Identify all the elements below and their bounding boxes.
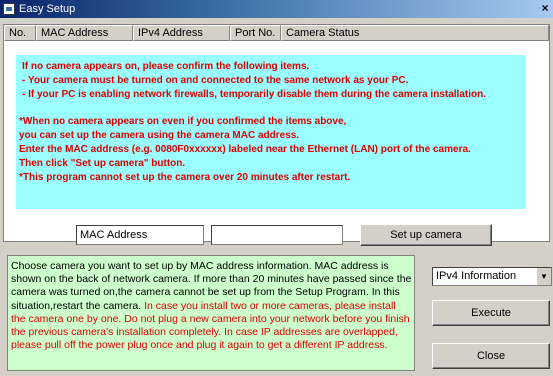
close-button[interactable]: Close <box>432 343 550 369</box>
notice-line: *This program cannot set up the camera o… <box>19 172 351 183</box>
column-header-port-no[interactable]: Port No. <box>230 25 281 41</box>
mac-address-label: MAC Address <box>76 225 204 245</box>
mac-address-input[interactable] <box>211 225 343 245</box>
notice-line: Then click "Set up camera" button. <box>19 158 186 169</box>
help-text-panel: Choose camera you want to set up by MAC … <box>7 255 415 371</box>
notice-line: *When no camera appears on even if you c… <box>19 116 347 127</box>
camera-list[interactable]: No. MAC Address IPv4 Address Port No. Ca… <box>3 24 550 246</box>
no-camera-notice: If no camera appears on, please confirm … <box>16 55 526 209</box>
column-header-mac-address[interactable]: MAC Address <box>36 25 133 41</box>
information-select-value: IPv4 Information <box>436 270 517 282</box>
execute-button[interactable]: Execute <box>432 300 550 326</box>
close-icon[interactable]: × <box>537 1 553 16</box>
notice-line: - Your camera must be turned on and conn… <box>22 75 409 86</box>
camera-list-header: No. MAC Address IPv4 Address Port No. Ca… <box>4 25 549 41</box>
notice-line: Enter the MAC address (e.g. 0080F0xxxxxx… <box>19 144 471 155</box>
information-select[interactable]: IPv4 Information ▼ <box>432 267 552 286</box>
notice-line: you can set up the camera using the came… <box>19 130 300 141</box>
column-header-camera-status[interactable]: Camera Status <box>281 25 549 41</box>
column-header-no[interactable]: No. <box>4 25 36 41</box>
set-up-camera-button[interactable]: Set up camera <box>360 224 492 246</box>
column-header-ipv4-address[interactable]: IPv4 Address <box>133 25 230 41</box>
notice-line: If no camera appears on, please confirm … <box>22 61 310 72</box>
title-bar: Easy Setup × <box>0 0 553 18</box>
window-title: Easy Setup <box>19 3 76 15</box>
window-icon[interactable] <box>3 3 15 15</box>
notice-line: - If your PC is enabling network firewal… <box>22 89 486 100</box>
dropdown-arrow-icon[interactable]: ▼ <box>536 268 551 285</box>
